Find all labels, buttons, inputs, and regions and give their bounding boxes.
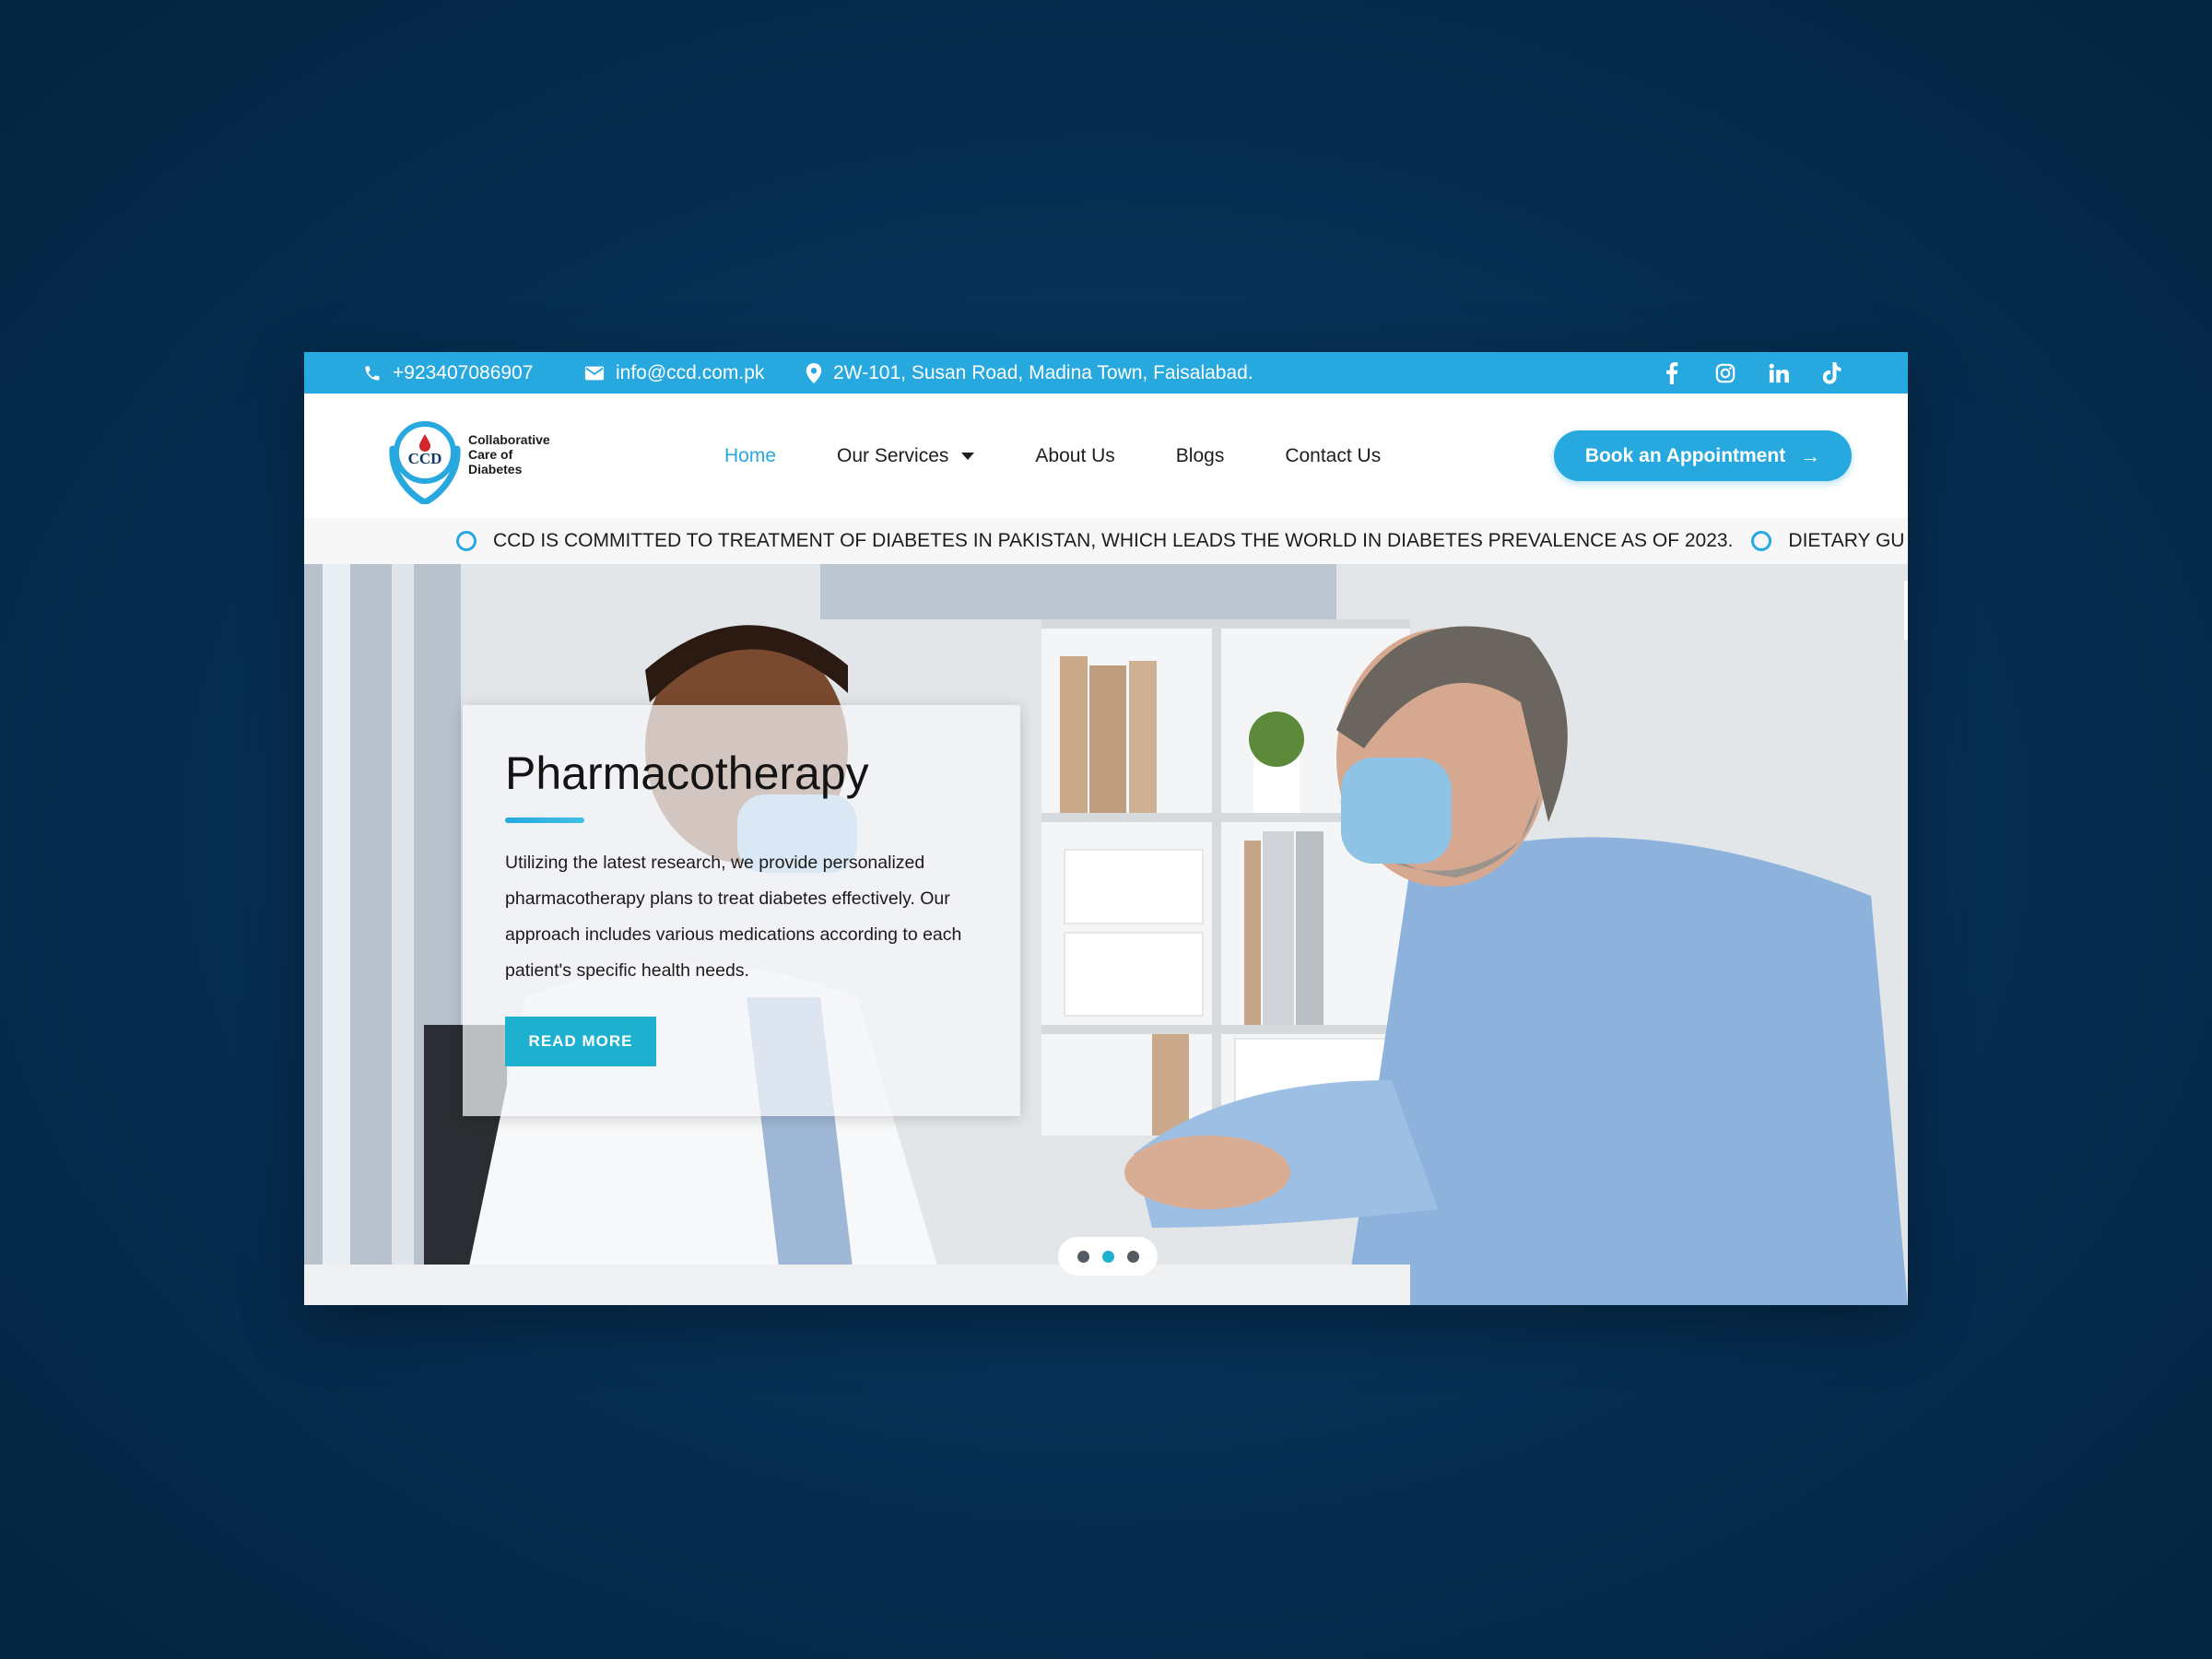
slider-pagination (1058, 1237, 1158, 1276)
logo-line-3: Diabetes (468, 462, 523, 477)
hero-slider: Pharmacotherapy Utilizing the latest res… (304, 564, 1908, 1305)
ccd-logo[interactable]: CCD Collaborative Care of Diabetes (385, 412, 588, 504)
address-text: 2W-101, Susan Road, Madina Town, Faisala… (833, 361, 1253, 383)
logo-line-1: Collaborative (468, 432, 550, 447)
slider-edge-tab (1904, 581, 1908, 640)
linkedin-icon[interactable] (1768, 362, 1790, 384)
book-appointment-button[interactable]: Book an Appointment → (1554, 430, 1852, 481)
social-links (1661, 352, 1843, 394)
nav-our-services-label: Our Services (837, 444, 949, 466)
slide-dot-1[interactable] (1077, 1250, 1089, 1263)
main-nav: Home Our Services About Us Blogs Contact… (724, 394, 1441, 518)
ticker-item: CCD IS COMMITTED TO TREATMENT OF DIABETE… (493, 530, 1734, 551)
hero-description: Utilizing the latest research, we provid… (505, 853, 962, 981)
site-header: CCD Collaborative Care of Diabetes Home … (304, 394, 1908, 518)
book-appointment-label: Book an Appointment (1584, 444, 1786, 466)
mail-icon (584, 366, 605, 380)
circle-bullet-icon (456, 531, 477, 551)
read-more-button[interactable]: READ MORE (505, 1017, 656, 1066)
nav-about-us-label: About Us (1035, 444, 1115, 466)
news-ticker: CCD IS COMMITTED TO TREATMENT OF DIABETE… (304, 518, 1908, 565)
nav-blogs-label: Blogs (1175, 444, 1225, 466)
nav-contact-us[interactable]: Contact Us (1285, 445, 1381, 467)
title-underline (505, 818, 584, 823)
nav-our-services[interactable]: Our Services (837, 444, 975, 467)
hero-title: Pharmacotherapy (505, 747, 869, 799)
address-contact: 2W-101, Susan Road, Madina Town, Faisala… (806, 352, 1253, 394)
logo-wordmark: Collaborative Care of Diabetes (468, 432, 550, 477)
ticker-item: DIETARY GU (1788, 530, 1905, 551)
logo-mark-icon: CCD (389, 421, 461, 504)
hero-card: Pharmacotherapy Utilizing the latest res… (463, 705, 1020, 1116)
location-pin-icon (806, 362, 822, 383)
phone-number: +923407086907 (393, 361, 534, 383)
arrow-right-icon: → (1800, 443, 1821, 467)
browser-page: +923407086907 info@ccd.com.pk 2W-101, Su… (304, 352, 1908, 1305)
tiktok-icon[interactable] (1821, 361, 1843, 384)
svg-text:CCD: CCD (408, 450, 442, 467)
phone-icon (365, 366, 380, 380)
email-address: info@ccd.com.pk (616, 361, 765, 383)
email-contact[interactable]: info@ccd.com.pk (584, 352, 764, 394)
nav-contact-us-label: Contact Us (1285, 444, 1382, 466)
chevron-down-icon (961, 452, 975, 460)
nav-about-us[interactable]: About Us (1035, 445, 1114, 467)
facebook-icon[interactable] (1661, 361, 1683, 384)
phone-contact[interactable]: +923407086907 (363, 352, 533, 394)
logo-line-2: Care of (468, 447, 513, 462)
nav-blogs[interactable]: Blogs (1176, 445, 1225, 467)
circle-bullet-icon (1751, 531, 1772, 551)
slide-dot-2[interactable] (1101, 1250, 1114, 1263)
contact-bar: +923407086907 info@ccd.com.pk 2W-101, Su… (304, 352, 1908, 394)
nav-home-label: Home (724, 444, 777, 466)
slide-dot-3[interactable] (1126, 1250, 1139, 1263)
nav-home[interactable]: Home (724, 445, 776, 467)
instagram-icon[interactable] (1714, 362, 1736, 384)
